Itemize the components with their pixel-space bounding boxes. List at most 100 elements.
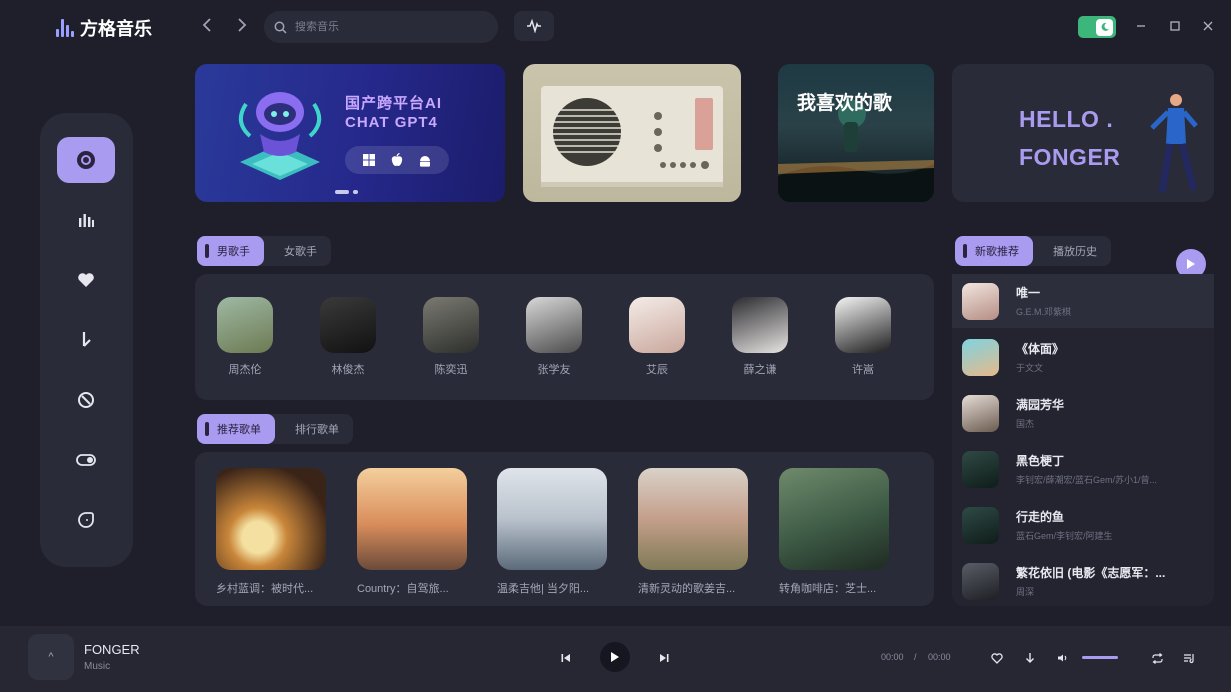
toggle-icon [76, 454, 96, 466]
song-artist: 国杰 [1016, 419, 1035, 429]
voice-search-button[interactable] [514, 11, 554, 41]
singer-card[interactable]: 薛之谦 [725, 297, 795, 377]
forward-button[interactable] [234, 17, 250, 35]
singer-name: 张学友 [537, 364, 571, 376]
chevron-right-icon [238, 18, 247, 32]
tab-new-songs[interactable]: 新歌推荐 [955, 236, 1033, 266]
playlist-title: 清新灵动的歌姜吉... [638, 583, 736, 595]
singer-card[interactable]: 许嵩 [828, 297, 898, 377]
now-playing-title: FONGER [84, 642, 140, 657]
back-button[interactable] [199, 17, 215, 35]
volume-slider[interactable] [1082, 656, 1118, 659]
singer-card[interactable]: 陈奕迅 [416, 297, 486, 377]
list-item[interactable]: 唯一 G.E.M.邓紫棋 [952, 274, 1214, 328]
song-artist: G.E.M.邓紫棋 [1016, 307, 1072, 317]
search-input[interactable] [295, 21, 485, 33]
singer-card[interactable]: 周杰伦 [210, 297, 280, 377]
playlist-card[interactable]: 乡村蓝调：被时代... [216, 468, 328, 596]
robot-illustration [238, 92, 322, 180]
sidebar-item-settings[interactable] [57, 437, 115, 483]
playlist-cover [497, 468, 607, 570]
list-item[interactable]: 《体面》 于文文 [952, 330, 1214, 384]
sidebar-item-downloads[interactable] [57, 317, 115, 363]
heart-icon [78, 273, 94, 287]
sidebar-item-charts[interactable] [57, 197, 115, 243]
singer-tabs: 男歌手 女歌手 [197, 236, 331, 266]
song-title: 《体面》 [1016, 342, 1065, 356]
tab-recommended-playlists[interactable]: 推荐歌单 [197, 414, 275, 444]
previous-button[interactable] [558, 650, 574, 666]
tab-male-singers[interactable]: 男歌手 [197, 236, 264, 266]
banner-ai-promo[interactable]: 国产跨平台AI CHAT GPT4 [195, 64, 505, 202]
maximize-button[interactable] [1168, 17, 1182, 35]
tab-play-history[interactable]: 播放历史 [1033, 236, 1111, 266]
banner-hello[interactable]: HELLO . FONGER [952, 64, 1214, 202]
logo-bars-icon [56, 19, 74, 37]
list-item[interactable]: 繁花依旧 (电影《志愿军：... 周深 [952, 554, 1214, 606]
night-scene-illustration [778, 100, 934, 202]
avatar [320, 297, 376, 353]
playlist-title: 乡村蓝调：被时代... [216, 583, 314, 595]
app-logo: 方格音乐 [56, 15, 152, 41]
singer-card[interactable]: 艾辰 [622, 297, 692, 377]
close-button[interactable] [1201, 17, 1215, 35]
song-thumbnail [962, 562, 999, 600]
sidebar-item-discover[interactable] [57, 137, 115, 183]
song-artist: 李钊宏/薛潮宏/蓝石Gem/苏小1/曾... [1016, 475, 1158, 485]
song-thumbnail [962, 338, 999, 376]
sidebar-item-favorites[interactable] [57, 257, 115, 303]
song-artist: 于文文 [1016, 363, 1044, 373]
list-item[interactable]: 黑色梗丁 李钊宏/薛潮宏/蓝石Gem/苏小1/曾... [952, 442, 1214, 496]
banner-favorites[interactable]: 我喜欢的歌 [778, 64, 934, 202]
song-artist: 周深 [1016, 587, 1035, 597]
play-pause-button[interactable] [600, 642, 630, 672]
sidebar-item-profile[interactable] [57, 497, 115, 543]
minimize-button[interactable] [1134, 17, 1148, 35]
skip-back-icon [561, 654, 570, 662]
ai-banner-subtitle: CHAT GPT4 [345, 114, 438, 131]
tab-female-singers[interactable]: 女歌手 [264, 236, 331, 266]
volume-button[interactable] [1055, 650, 1071, 666]
search-box[interactable] [264, 11, 498, 43]
singer-card[interactable]: 林俊杰 [313, 297, 383, 377]
list-item[interactable]: 满园芳华 国杰 [952, 386, 1214, 440]
song-title: 唯一 [1016, 286, 1041, 300]
tab-ranking-playlists[interactable]: 排行歌单 [275, 414, 353, 444]
playlist-cover [779, 468, 889, 570]
playlist-card[interactable]: 转角咖啡店：芝士... [779, 468, 891, 596]
song-title: 行走的鱼 [1016, 510, 1065, 524]
list-item[interactable]: 行走的鱼 蓝石Gem/李钊宏/阿建生 [952, 498, 1214, 552]
song-title: 繁花依旧 (电影《志愿军：... [1016, 566, 1166, 580]
singer-name: 陈奕迅 [434, 364, 468, 376]
like-button[interactable] [989, 650, 1005, 666]
playlist-card[interactable]: 清新灵动的歌姜吉... [638, 468, 750, 596]
apple-icon [391, 153, 403, 166]
repeat-button[interactable] [1149, 650, 1165, 666]
volume-icon [1058, 654, 1067, 662]
play-icon [611, 652, 619, 662]
playlist-cover [357, 468, 467, 570]
song-thumbnail [962, 450, 999, 488]
sidebar-item-explore[interactable] [57, 377, 115, 423]
banner-radio[interactable] [523, 64, 741, 202]
disc-icon [77, 151, 95, 169]
expand-player-button[interactable]: ^ [28, 634, 74, 680]
next-button[interactable] [656, 650, 672, 666]
playlist-queue-button[interactable] [1181, 650, 1197, 666]
sidebar [40, 113, 133, 567]
minimize-icon [1137, 25, 1145, 27]
bar-chart-icon [79, 214, 94, 227]
download-button[interactable] [1022, 650, 1038, 666]
singer-name: 周杰伦 [228, 364, 262, 376]
carousel-dots[interactable] [335, 190, 358, 194]
theme-toggle[interactable] [1078, 16, 1116, 38]
platform-badges [345, 146, 449, 174]
playlist-title: 温柔吉他| 当夕阳... [497, 583, 590, 595]
singer-card[interactable]: 张学友 [519, 297, 589, 377]
app-name: 方格音乐 [80, 19, 152, 39]
avatar [423, 297, 479, 353]
playlist-card[interactable]: Country：自驾旅... [357, 468, 469, 596]
playlist-card[interactable]: 温柔吉他| 当夕阳... [497, 468, 609, 596]
singer-name: 艾辰 [646, 364, 668, 376]
repeat-icon [1151, 652, 1163, 664]
